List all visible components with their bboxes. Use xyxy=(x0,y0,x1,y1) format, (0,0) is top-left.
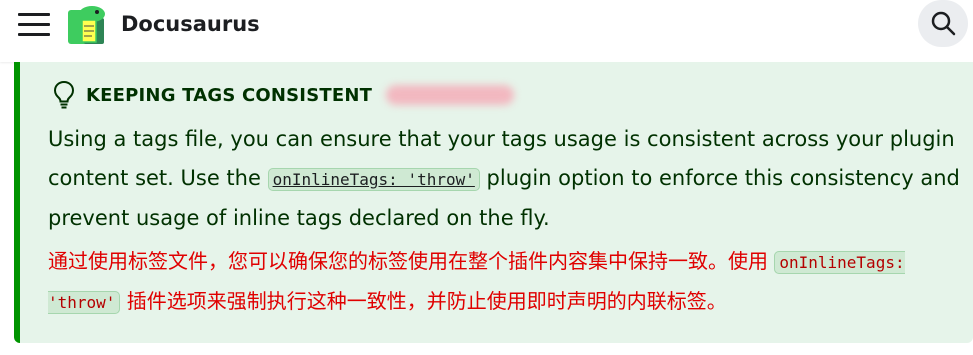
navbar: Docusaurus xyxy=(0,0,973,62)
zh-text-before-code: 通过使用标签文件，您可以确保您的标签使用在整个插件内容集中保持一致。使用 xyxy=(48,249,775,273)
admonition-body-english: Using a tags file, you can ensure that y… xyxy=(48,120,968,238)
zh-text-after-code: 插件选项来强制执行这种一致性，并防止使用即时声明的内联标签。 xyxy=(120,289,727,313)
admonition-body-chinese: 通过使用标签文件，您可以确保您的标签使用在整个插件内容集中保持一致。使用 onI… xyxy=(48,242,968,322)
docusaurus-logo-icon[interactable] xyxy=(66,4,110,46)
redacted-badge xyxy=(386,85,515,105)
tip-admonition: KEEPING TAGS CONSISTENT Using a tags fil… xyxy=(14,62,973,343)
search-button[interactable] xyxy=(918,0,968,47)
admonition-title: KEEPING TAGS CONSISTENT xyxy=(86,84,373,106)
option-code-link[interactable]: onInlineTags: 'throw' xyxy=(267,167,480,191)
lightbulb-icon xyxy=(53,80,75,109)
hamburger-menu-icon[interactable] xyxy=(16,11,52,39)
brand-title[interactable]: Docusaurus xyxy=(121,10,260,38)
search-icon xyxy=(931,11,956,36)
admonition-heading: KEEPING TAGS CONSISTENT xyxy=(52,80,515,110)
